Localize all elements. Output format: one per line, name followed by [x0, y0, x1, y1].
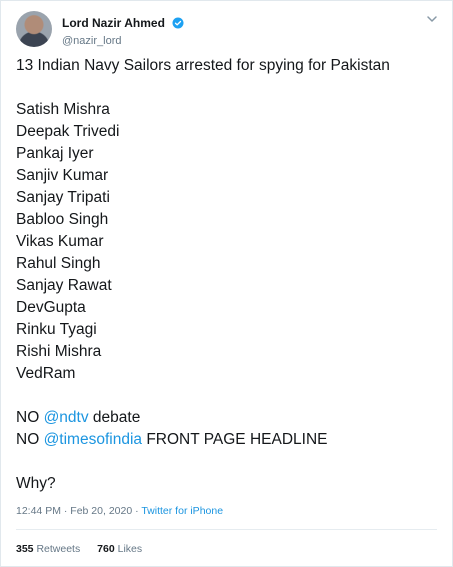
retweets-stat[interactable]: 355 Retweets — [16, 543, 80, 555]
timesofindia-suffix: FRONT PAGE HEADLINE — [142, 431, 328, 448]
name-list-item: VedRam — [16, 365, 76, 382]
name-list-item: Rishi Mishra — [16, 343, 102, 360]
likes-count: 760 — [97, 543, 115, 555]
name-list-item: DevGupta — [16, 299, 86, 316]
name-list-item: Rahul Singh — [16, 255, 101, 272]
tweet-text: 13 Indian Navy Sailors arrested for spyi… — [16, 55, 437, 495]
tweet-time[interactable]: 12:44 PM — [16, 505, 61, 517]
tweet-header: Lord Nazir Ahmed @nazir_lord — [16, 11, 440, 51]
ndtv-prefix: NO — [16, 409, 44, 426]
name-list-item: Vikas Kumar — [16, 233, 104, 250]
author-display-name[interactable]: Lord Nazir Ahmed — [62, 16, 165, 30]
timesofindia-line: NO @timesofindia FRONT PAGE HEADLINE — [16, 429, 437, 451]
verified-badge-icon — [172, 17, 184, 29]
avatar[interactable] — [16, 11, 52, 47]
author-info[interactable]: Lord Nazir Ahmed @nazir_lord — [62, 14, 184, 47]
divider — [16, 529, 437, 530]
ndtv-line: NO @ndtv debate — [16, 407, 437, 429]
tweet-date[interactable]: Feb 20, 2020 — [70, 505, 132, 517]
mention-ndtv[interactable]: @ndtv — [44, 409, 89, 426]
name-list-item: Pankaj Iyer — [16, 145, 94, 162]
tweet-closing: Why? — [16, 475, 56, 492]
name-list-item: Rinku Tyagi — [16, 321, 97, 338]
chevron-down-icon[interactable] — [426, 13, 438, 25]
name-list-item: Satish Mishra — [16, 101, 110, 118]
name-list-item: Babloo Singh — [16, 211, 109, 228]
author-handle[interactable]: @nazir_lord — [62, 35, 184, 47]
retweets-count: 355 — [16, 543, 34, 555]
tweet-source-link[interactable]: Twitter for iPhone — [141, 505, 223, 517]
tweet-stats: 355 Retweets 760 Likes — [16, 543, 156, 555]
tweet-meta: 12:44 PM · Feb 20, 2020 · Twitter for iP… — [16, 505, 223, 517]
mention-timesofindia[interactable]: @timesofindia — [44, 431, 142, 448]
ndtv-suffix: debate — [88, 409, 141, 426]
name-list-item: Deepak Trivedi — [16, 123, 120, 140]
tweet-headline: 13 Indian Navy Sailors arrested for spyi… — [16, 57, 390, 74]
tweet-card: Lord Nazir Ahmed @nazir_lord 13 Indian N… — [0, 0, 453, 567]
timesofindia-prefix: NO — [16, 431, 44, 448]
likes-stat[interactable]: 760 Likes — [97, 543, 142, 555]
meta-separator: · — [60, 505, 71, 517]
name-list-item: Sanjay Rawat — [16, 277, 112, 294]
likes-label: Likes — [117, 543, 143, 555]
meta-separator: · — [132, 505, 142, 517]
retweets-label: Retweets — [36, 543, 81, 555]
name-list-item: Sanjay Tripati — [16, 189, 110, 206]
name-list-item: Sanjiv Kumar — [16, 167, 109, 184]
